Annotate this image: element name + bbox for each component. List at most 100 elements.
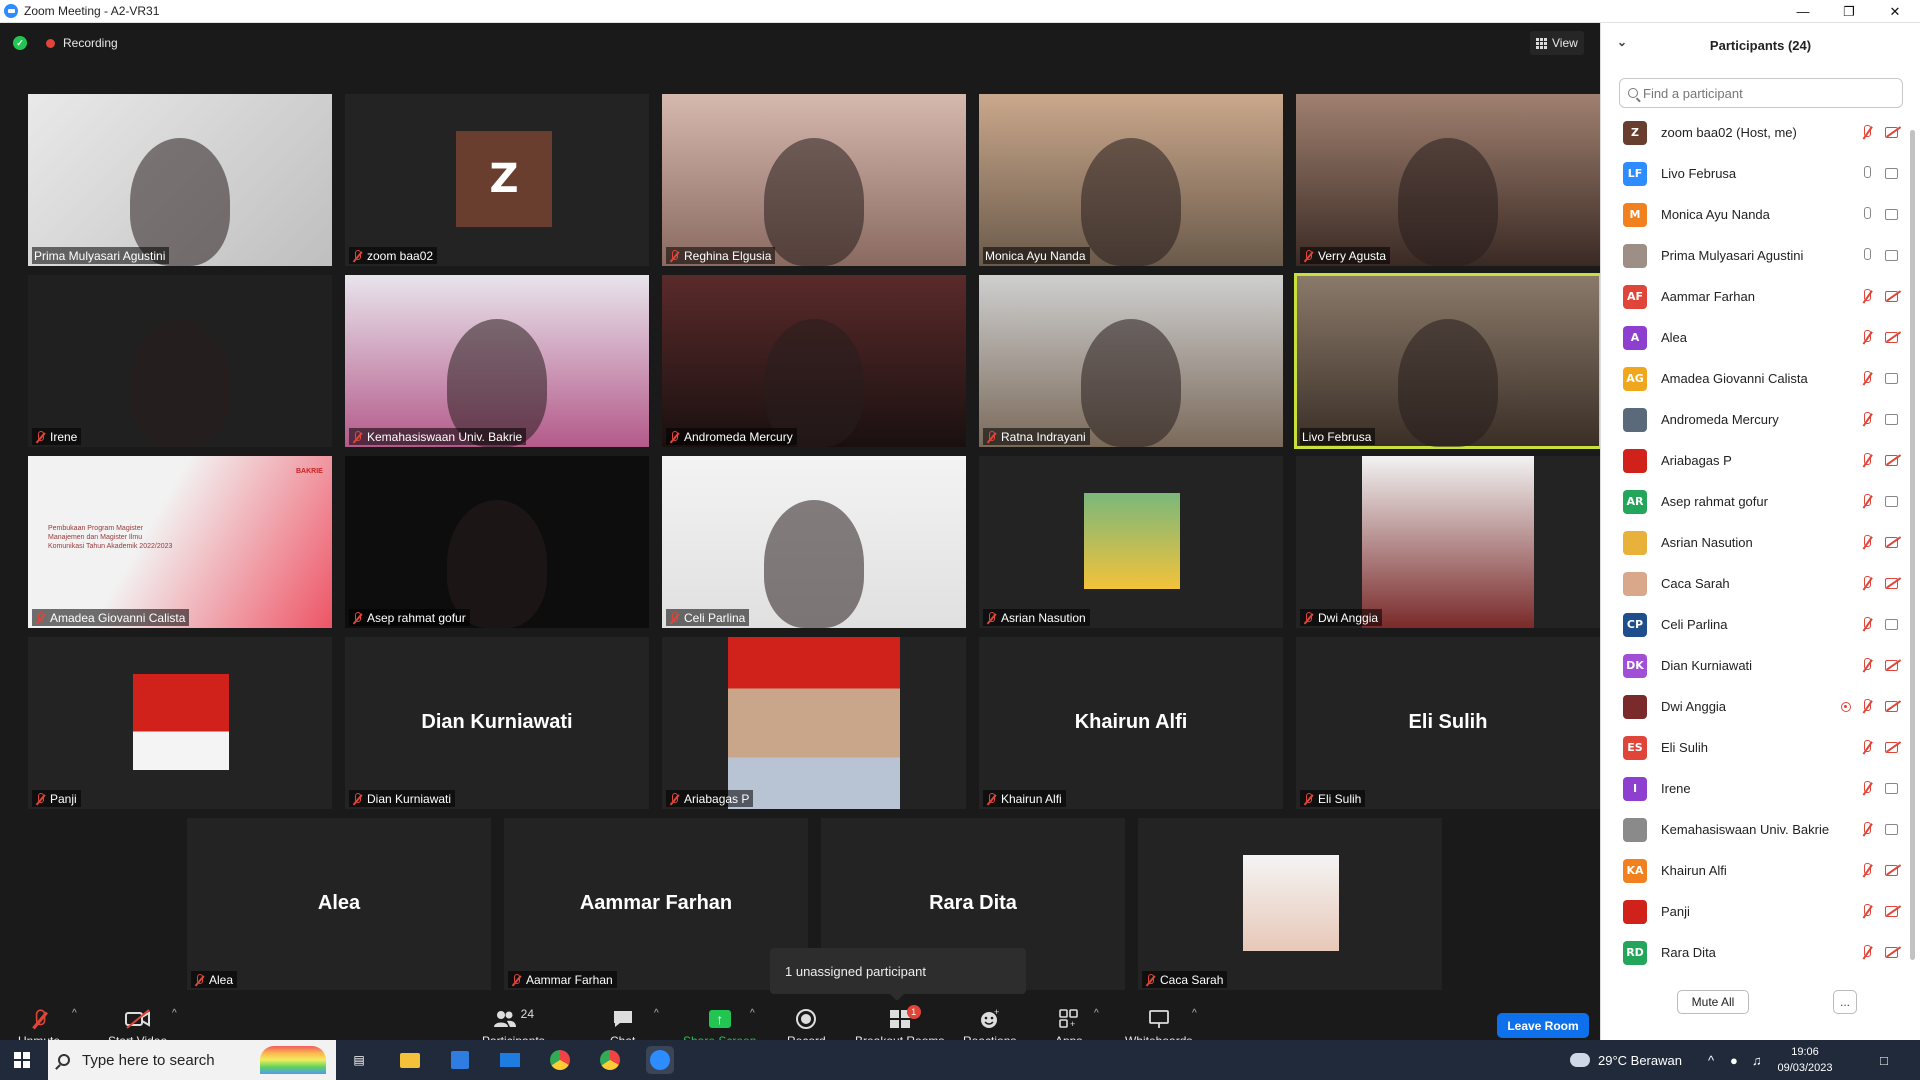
collapse-chevron-icon[interactable]: ⌄ <box>1617 35 1627 49</box>
video-tile[interactable]: Dian Kurniawati Dian Kurniawati <box>345 637 649 809</box>
chat-options-caret-icon[interactable]: ^ <box>654 1008 659 1019</box>
video-off-icon[interactable] <box>1885 740 1901 754</box>
participant-row[interactable]: I Irene <box>1601 768 1909 809</box>
participant-row[interactable]: CP Celi Parlina <box>1601 604 1909 645</box>
mic-muted-icon[interactable] <box>1859 822 1875 836</box>
video-tile[interactable]: Alea Alea <box>187 818 491 990</box>
video-tile[interactable]: Irene <box>28 275 332 447</box>
participant-row[interactable]: Ariabagas P <box>1601 440 1909 481</box>
participant-row[interactable]: AR Asep rahmat gofur <box>1601 481 1909 522</box>
chrome-icon[interactable] <box>546 1046 574 1074</box>
mic-icon[interactable] <box>1859 166 1875 180</box>
video-tile[interactable]: Verry Agusta <box>1296 94 1600 266</box>
video-tile[interactable]: Caca Sarah <box>1138 818 1442 990</box>
video-camera-icon[interactable] <box>1885 248 1901 262</box>
whiteboard-options-caret-icon[interactable]: ^ <box>1192 1008 1197 1019</box>
video-tile[interactable]: Andromeda Mercury <box>662 275 966 447</box>
zoom-app-icon[interactable] <box>646 1046 674 1074</box>
mic-icon[interactable] <box>1859 248 1875 262</box>
microsoft-store-icon[interactable] <box>446 1046 474 1074</box>
weather-icon[interactable] <box>1570 1040 1590 1080</box>
video-tile[interactable]: Khairun Alfi Khairun Alfi <box>979 637 1283 809</box>
mic-muted-icon[interactable] <box>1859 371 1875 385</box>
video-tile[interactable]: Ariabagas P <box>662 637 966 809</box>
participant-list-scrollbar[interactable] <box>1910 130 1915 960</box>
windows-start-icon[interactable] <box>14 1052 30 1068</box>
mic-muted-icon[interactable] <box>1859 863 1875 877</box>
chrome-profile-icon[interactable] <box>596 1046 624 1074</box>
mic-muted-icon[interactable] <box>1859 617 1875 631</box>
participant-row[interactable]: RD Rara Dita <box>1601 932 1909 973</box>
video-off-icon[interactable] <box>1885 576 1901 590</box>
mic-muted-icon[interactable] <box>1859 740 1875 754</box>
mic-muted-icon[interactable] <box>1859 494 1875 508</box>
video-off-icon[interactable] <box>1885 699 1901 713</box>
video-tile[interactable]: Celi Parlina <box>662 456 966 628</box>
file-explorer-icon[interactable] <box>396 1046 424 1074</box>
security-shield-icon[interactable]: ✓ <box>13 36 27 50</box>
mail-icon[interactable] <box>496 1046 524 1074</box>
unassigned-participant-popup[interactable]: 1 unassigned participant <box>770 948 1026 1001</box>
video-tile[interactable]: Prima Mulyasari Agustini <box>28 94 332 266</box>
video-off-icon[interactable] <box>1885 658 1901 672</box>
mic-muted-icon[interactable] <box>1859 125 1875 139</box>
video-tile[interactable]: Asep rahmat gofur <box>345 456 649 628</box>
mic-muted-icon[interactable] <box>1859 699 1875 713</box>
video-off-icon[interactable] <box>1885 330 1901 344</box>
apps-options-caret-icon[interactable]: ^ <box>1094 1008 1099 1019</box>
leave-room-button[interactable]: Leave Room <box>1497 1013 1589 1038</box>
participant-row[interactable]: M Monica Ayu Nanda <box>1601 194 1909 235</box>
video-off-icon[interactable] <box>1885 945 1901 959</box>
mic-muted-icon[interactable] <box>1859 576 1875 590</box>
close-button[interactable]: ✕ <box>1872 0 1918 23</box>
mic-muted-icon[interactable] <box>1859 412 1875 426</box>
mic-muted-icon[interactable] <box>1859 945 1875 959</box>
mic-muted-icon[interactable] <box>1859 658 1875 672</box>
weather-text[interactable]: 29°C Berawan <box>1598 1040 1682 1080</box>
video-tile[interactable]: Livo Februsa <box>1294 273 1602 449</box>
minimize-button[interactable]: — <box>1780 0 1826 23</box>
video-tile[interactable]: Aammar Farhan Aammar Farhan <box>504 818 808 990</box>
taskbar-search-input[interactable]: Type here to search <box>48 1040 336 1080</box>
video-off-icon[interactable] <box>1885 904 1901 918</box>
video-off-icon[interactable] <box>1885 535 1901 549</box>
video-off-icon[interactable] <box>1885 125 1901 139</box>
video-tile[interactable]: Eli Sulih Eli Sulih <box>1296 637 1600 809</box>
mic-icon[interactable] <box>1859 207 1875 221</box>
mic-muted-icon[interactable] <box>1859 330 1875 344</box>
view-button[interactable]: View <box>1530 31 1584 55</box>
participant-row[interactable]: Caca Sarah <box>1601 563 1909 604</box>
more-options-button[interactable]: ... <box>1833 990 1857 1014</box>
video-tile[interactable]: Monica Ayu Nanda <box>979 94 1283 266</box>
participant-row[interactable]: Kemahasiswaan Univ. Bakrie <box>1601 809 1909 850</box>
video-tile[interactable]: Dwi Anggia <box>1296 456 1600 628</box>
video-camera-icon[interactable] <box>1885 412 1901 426</box>
notifications-icon[interactable]: □ <box>1880 1040 1888 1080</box>
mute-all-button[interactable]: Mute All <box>1677 990 1749 1014</box>
video-off-icon[interactable] <box>1885 289 1901 303</box>
video-camera-icon[interactable] <box>1885 822 1901 836</box>
video-camera-icon[interactable] <box>1885 617 1901 631</box>
participant-row[interactable]: Prima Mulyasari Agustini <box>1601 235 1909 276</box>
video-tile[interactable]: Asrian Nasution <box>979 456 1283 628</box>
video-camera-icon[interactable] <box>1885 371 1901 385</box>
video-off-icon[interactable] <box>1885 453 1901 467</box>
participant-row[interactable]: KA Khairun Alfi <box>1601 850 1909 891</box>
mic-muted-icon[interactable] <box>1859 904 1875 918</box>
participant-row[interactable]: Andromeda Mercury <box>1601 399 1909 440</box>
tray-chevron-icon[interactable]: ^ <box>1708 1040 1714 1080</box>
task-view-icon[interactable]: ▤ <box>345 1046 373 1074</box>
video-camera-icon[interactable] <box>1885 494 1901 508</box>
participant-row[interactable]: AF Aammar Farhan <box>1601 276 1909 317</box>
maximize-button[interactable]: ❐ <box>1826 0 1872 23</box>
video-tile[interactable]: Pembukaan Program Magister Manajemen dan… <box>28 456 332 628</box>
participant-row[interactable]: DK Dian Kurniawati <box>1601 645 1909 686</box>
video-camera-icon[interactable] <box>1885 166 1901 180</box>
video-tile[interactable]: Zzoom baa02 <box>345 94 649 266</box>
participant-row[interactable]: Dwi Anggia <box>1601 686 1909 727</box>
mic-muted-icon[interactable] <box>1859 453 1875 467</box>
video-tile[interactable]: Ratna Indrayani <box>979 275 1283 447</box>
participant-row[interactable]: LF Livo Februsa <box>1601 153 1909 194</box>
mic-muted-icon[interactable] <box>1859 781 1875 795</box>
participant-row[interactable]: Panji <box>1601 891 1909 932</box>
